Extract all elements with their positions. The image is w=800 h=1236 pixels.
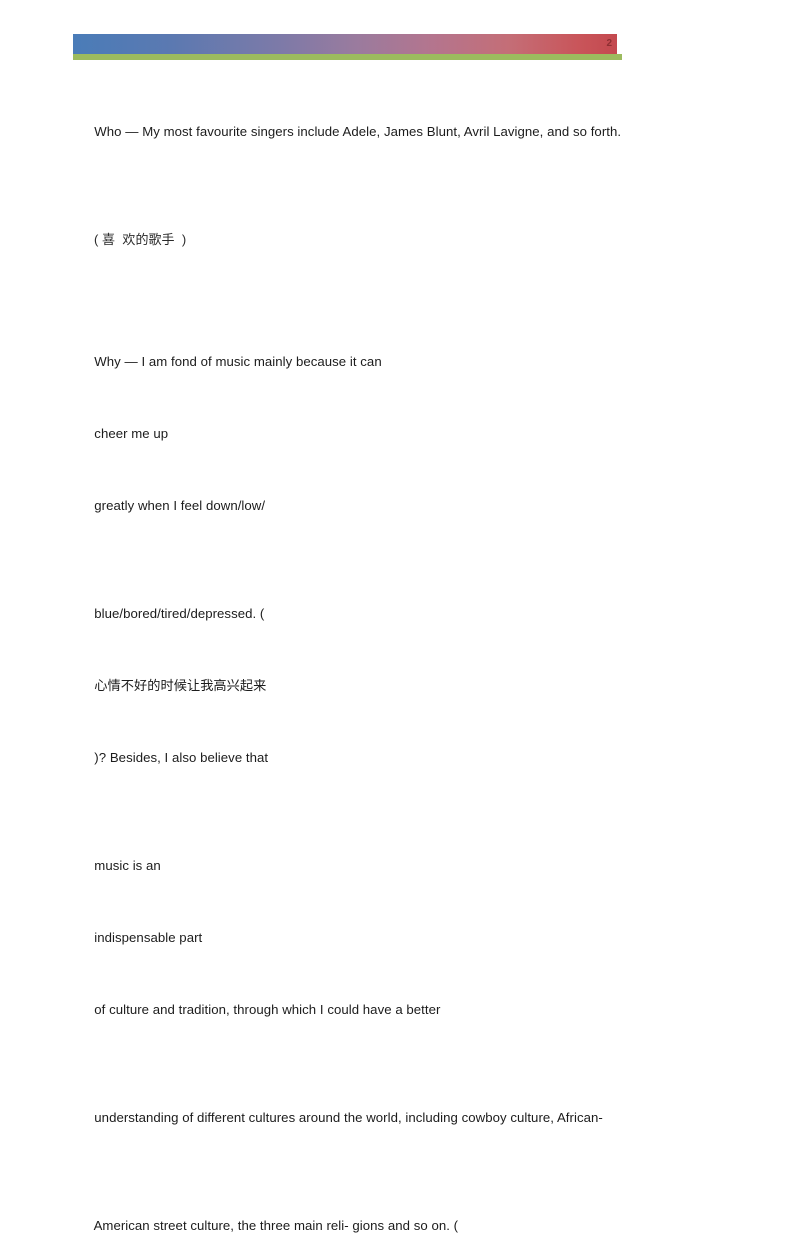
- text-culture-religions: American street culture, the three main …: [93, 1218, 459, 1233]
- text-who-singers-chinese: ( 喜 欢的歌手 ): [93, 232, 187, 247]
- text-why-music-b: cheer me up: [94, 426, 169, 441]
- header-banner: 2: [73, 34, 622, 60]
- paragraph-who-singers-chinese: ( 喜 欢的歌手 ): [72, 186, 732, 294]
- text-why-music-a: Why — I am fond of music mainly because …: [94, 354, 382, 369]
- document-body: Who — My most favourite singers include …: [72, 78, 732, 1236]
- text-mood-a: blue/bored/tired/depressed. (: [94, 606, 265, 621]
- paragraph-culture-line1: music is an indispensable part of cultur…: [72, 812, 732, 1064]
- gradient-bar-icon: [73, 34, 617, 54]
- document-page: 2 Who — My most favourite singers includ…: [0, 0, 800, 1233]
- page-number: 2: [606, 38, 612, 49]
- paragraph-who-singers: Who — My most favourite singers include …: [72, 78, 732, 186]
- text-mood-c: )? Besides, I also believe that: [94, 750, 269, 765]
- text-culture-b: indispensable part: [94, 930, 203, 945]
- text-who-singers: Who — My most favourite singers include …: [94, 124, 622, 139]
- text-culture-a: music is an: [94, 858, 161, 873]
- paragraph-culture-line2: understanding of different cultures arou…: [72, 1064, 732, 1172]
- banner-underline-divider: [73, 54, 622, 60]
- paragraph-why-music-line2: blue/bored/tired/depressed. ( 心情不好的时候让我高…: [72, 560, 732, 812]
- paragraph-why-music-line1: Why — I am fond of music mainly because …: [72, 308, 732, 560]
- text-why-music-c: greatly when I feel down/low/: [94, 498, 266, 513]
- paragraph-culture-line3: American street culture, the three main …: [72, 1172, 732, 1236]
- text-mood-chinese: 心情不好的时候让我高兴起来: [94, 678, 267, 693]
- text-culture-understanding: understanding of different cultures arou…: [94, 1110, 603, 1125]
- text-culture-c: of culture and tradition, through which …: [94, 1002, 441, 1017]
